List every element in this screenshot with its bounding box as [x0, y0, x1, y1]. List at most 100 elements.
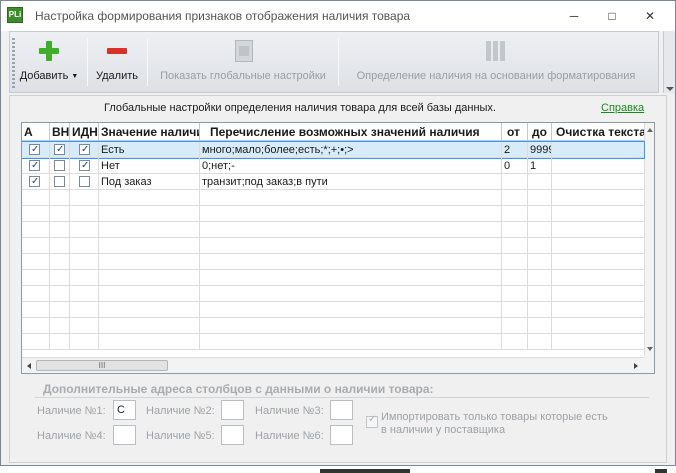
- empty-cell[interactable]: [528, 302, 552, 318]
- empty-cell[interactable]: [22, 222, 50, 238]
- cell-value[interactable]: Есть: [99, 142, 200, 158]
- checkbox-vn[interactable]: [54, 142, 65, 158]
- empty-cell[interactable]: [99, 238, 200, 254]
- checkbox-idn[interactable]: [79, 158, 90, 174]
- checkbox-idn[interactable]: [79, 142, 90, 158]
- empty-cell[interactable]: [50, 254, 70, 270]
- empty-cell[interactable]: [70, 334, 99, 350]
- empty-cell[interactable]: [528, 238, 552, 254]
- empty-row[interactable]: [22, 318, 644, 334]
- empty-cell[interactable]: [200, 318, 502, 334]
- empty-cell[interactable]: [50, 206, 70, 222]
- empty-cell[interactable]: [552, 286, 644, 302]
- empty-cell[interactable]: [552, 190, 644, 206]
- maximize-button[interactable]: □: [599, 7, 625, 25]
- empty-cell[interactable]: [552, 222, 644, 238]
- vertical-scrollbar[interactable]: [644, 123, 654, 357]
- empty-cell[interactable]: [502, 318, 528, 334]
- scroll-up-icon[interactable]: [647, 128, 653, 132]
- cell-to[interactable]: 1: [528, 158, 552, 174]
- empty-cell[interactable]: [22, 302, 50, 318]
- empty-row[interactable]: [22, 206, 644, 222]
- help-link[interactable]: Справка: [601, 102, 644, 114]
- empty-cell[interactable]: [200, 270, 502, 286]
- cell-cleanup[interactable]: [552, 158, 644, 174]
- empty-cell[interactable]: [528, 222, 552, 238]
- empty-cell[interactable]: [22, 254, 50, 270]
- empty-cell[interactable]: [50, 302, 70, 318]
- empty-cell[interactable]: [528, 254, 552, 270]
- empty-cell[interactable]: [99, 286, 200, 302]
- empty-cell[interactable]: [552, 206, 644, 222]
- empty-cell[interactable]: [200, 222, 502, 238]
- checkbox-vn[interactable]: [54, 160, 65, 171]
- cell-list[interactable]: много;мало;более;есть;*;+;•;>: [200, 142, 502, 158]
- column-header-vn[interactable]: ВН: [50, 123, 70, 141]
- empty-cell[interactable]: [99, 222, 200, 238]
- empty-cell[interactable]: [50, 318, 70, 334]
- cell-list[interactable]: транзит;под заказ;в пути: [200, 174, 502, 190]
- column-header-value[interactable]: Значение наличия: [99, 123, 200, 141]
- empty-cell[interactable]: [528, 270, 552, 286]
- empty-cell[interactable]: [502, 222, 528, 238]
- empty-cell[interactable]: [528, 190, 552, 206]
- empty-cell[interactable]: [502, 334, 528, 350]
- horizontal-scrollbar[interactable]: III: [22, 357, 644, 373]
- empty-cell[interactable]: [552, 318, 644, 334]
- availability-2-input[interactable]: [221, 400, 244, 420]
- show-global-settings-button[interactable]: Показать глобальные настройки: [152, 36, 334, 90]
- empty-cell[interactable]: [200, 190, 502, 206]
- delete-button[interactable]: Удалить: [92, 36, 142, 90]
- checkbox-a[interactable]: [29, 142, 40, 158]
- empty-cell[interactable]: [200, 254, 502, 270]
- availability-6-input[interactable]: [330, 425, 353, 445]
- empty-cell[interactable]: [200, 238, 502, 254]
- empty-cell[interactable]: [502, 270, 528, 286]
- empty-cell[interactable]: [99, 270, 200, 286]
- empty-cell[interactable]: [22, 334, 50, 350]
- empty-cell[interactable]: [70, 238, 99, 254]
- empty-cell[interactable]: [552, 254, 644, 270]
- empty-cell[interactable]: [70, 206, 99, 222]
- checkbox-idn[interactable]: [79, 176, 90, 187]
- checkbox-a[interactable]: [29, 174, 40, 190]
- column-header-to[interactable]: до: [528, 123, 552, 141]
- cell-from[interactable]: 2: [502, 142, 528, 158]
- cell-to[interactable]: [528, 174, 552, 190]
- empty-cell[interactable]: [50, 222, 70, 238]
- empty-cell[interactable]: [99, 302, 200, 318]
- table-row[interactable]: Есть много;мало;более;есть;*;+;•;> 2 999…: [22, 141, 645, 159]
- add-button[interactable]: Добавить ▼: [16, 36, 82, 90]
- close-button[interactable]: ✕: [637, 7, 663, 25]
- empty-row[interactable]: [22, 190, 644, 206]
- empty-cell[interactable]: [50, 334, 70, 350]
- scroll-left-icon[interactable]: [27, 363, 31, 369]
- scroll-right-icon[interactable]: [634, 363, 638, 369]
- cell-cleanup[interactable]: [552, 142, 644, 158]
- empty-cell[interactable]: [99, 318, 200, 334]
- empty-cell[interactable]: [70, 190, 99, 206]
- column-header-list[interactable]: Перечисление возможных значений наличия: [200, 123, 502, 141]
- cell-from[interactable]: 0: [502, 158, 528, 174]
- empty-cell[interactable]: [502, 286, 528, 302]
- empty-row[interactable]: [22, 302, 644, 318]
- cell-from[interactable]: [502, 174, 528, 190]
- column-header-a[interactable]: А: [22, 123, 50, 141]
- empty-cell[interactable]: [22, 190, 50, 206]
- empty-cell[interactable]: [502, 302, 528, 318]
- toolbar-overflow-button[interactable]: [663, 31, 675, 93]
- cell-value[interactable]: Под заказ: [99, 174, 200, 190]
- empty-cell[interactable]: [70, 318, 99, 334]
- table-row[interactable]: Под заказ транзит;под заказ;в пути: [22, 174, 644, 190]
- empty-cell[interactable]: [70, 302, 99, 318]
- import-only-label[interactable]: Импортировать только товары которые есть…: [381, 411, 611, 437]
- empty-cell[interactable]: [70, 254, 99, 270]
- availability-4-input[interactable]: [113, 425, 136, 445]
- checkbox-vn[interactable]: [54, 176, 65, 187]
- column-header-from[interactable]: от: [502, 123, 528, 141]
- empty-cell[interactable]: [200, 206, 502, 222]
- scroll-down-icon[interactable]: [647, 347, 653, 351]
- empty-cell[interactable]: [22, 286, 50, 302]
- table-row[interactable]: Нет 0;нет;- 0 1: [22, 158, 644, 174]
- empty-cell[interactable]: [70, 270, 99, 286]
